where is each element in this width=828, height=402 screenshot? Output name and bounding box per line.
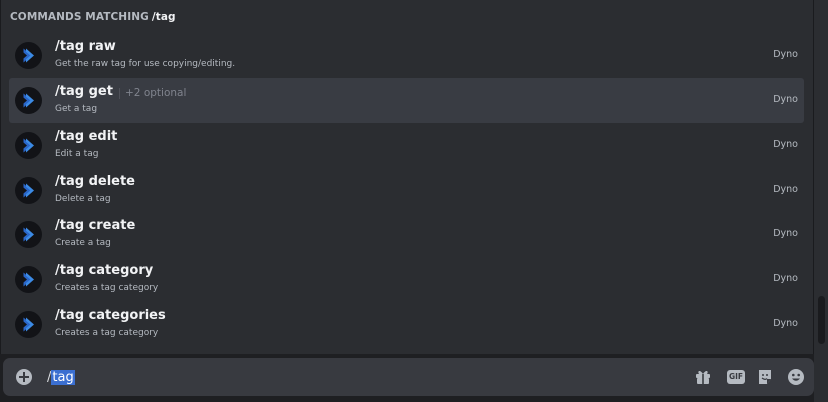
command-name: /tag raw [55,39,116,54]
dyno-chevron-icon [15,87,42,114]
message-input-selection: tag [51,369,75,385]
emoji-icon[interactable] [787,368,805,386]
commands-header-label: COMMANDS MATCHING [10,11,149,23]
dyno-chevron-icon [15,132,42,159]
commands-header-query: /tag [151,11,176,23]
command-autocomplete-popup: COMMANDS MATCHING/tag /tag raw Get the ra… [0,0,814,354]
command-row[interactable]: /tag category Creates a tag category Dyno [9,257,804,302]
command-row[interactable]: /tag get +2 optional Get a tag Dyno [9,78,804,123]
message-composer: / tag GIF [3,358,814,396]
gif-icon[interactable]: GIF [727,370,745,384]
command-row[interactable]: /tag create Create a tag Dyno [9,212,804,257]
command-bot-name: Dyno [773,184,798,195]
command-name: /tag categories [55,308,166,323]
command-description: Create a tag [55,238,111,248]
scrollbar-thumb[interactable] [818,296,825,344]
dyno-chevron-icon [15,177,42,204]
dyno-chevron-icon [15,266,42,293]
gift-icon[interactable] [694,368,712,386]
message-input[interactable]: / tag [47,368,75,386]
command-row[interactable]: /tag delete Delete a tag Dyno [9,168,804,213]
dyno-chevron-icon [15,42,42,69]
plus-circle-icon[interactable] [16,369,32,385]
command-description: Get the raw tag for use copying/editing. [55,59,236,69]
command-description: Edit a tag [55,149,99,159]
command-row[interactable]: /tag raw Get the raw tag for use copying/… [9,33,804,78]
command-optional-count: +2 optional [118,87,187,99]
command-description: Creates a tag category [55,328,159,338]
command-name: /tag category [55,263,154,278]
command-name: /tag get [55,84,113,99]
command-name: /tag delete [55,174,135,189]
dyno-chevron-icon [15,311,42,338]
dyno-chevron-icon [15,221,42,248]
command-bot-name: Dyno [773,49,798,60]
command-description: Delete a tag [55,194,111,204]
commands-header: COMMANDS MATCHING/tag [10,11,176,23]
command-bot-name: Dyno [773,139,798,150]
command-name: /tag edit [55,129,118,144]
command-description: Get a tag [55,104,98,114]
command-name: /tag create [55,218,136,233]
scrollbar[interactable] [814,0,828,402]
command-row[interactable]: /tag categories Creates a tag category Dyn… [9,302,804,347]
command-bot-name: Dyno [773,228,798,239]
command-description: Creates a tag category [55,283,159,293]
command-row[interactable]: /tag edit Edit a tag Dyno [9,123,804,168]
sticker-icon[interactable] [756,368,774,386]
command-bot-name: Dyno [773,273,798,284]
command-bot-name: Dyno [773,94,798,105]
command-bot-name: Dyno [773,318,798,329]
